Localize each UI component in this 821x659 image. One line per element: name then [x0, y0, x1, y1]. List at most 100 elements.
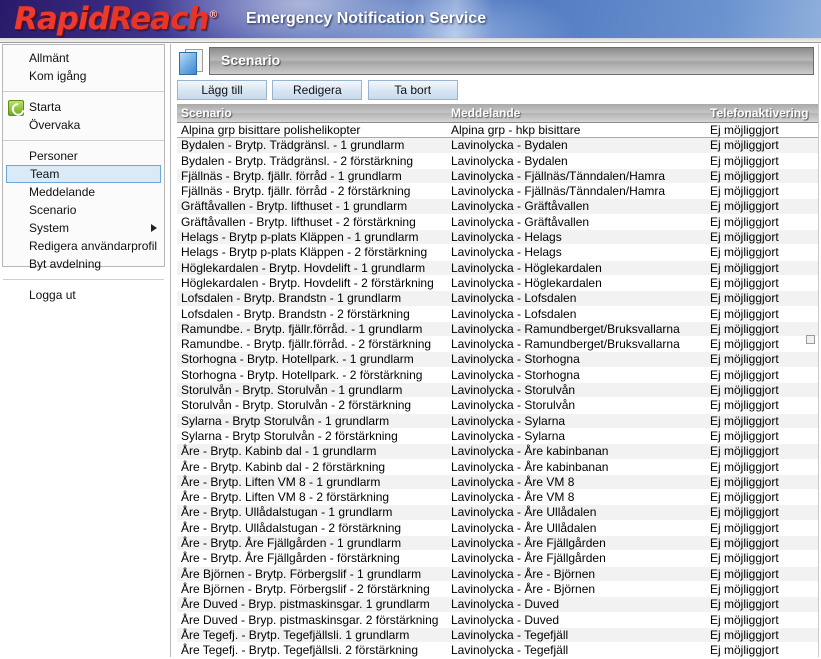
table-cell: Storulvån - Brytp. Storulvån - 1 grundla… — [177, 382, 447, 399]
table-row[interactable]: Åre - Brytp. Liften VM 8 - 2 förstärknin… — [177, 489, 818, 506]
sidebar-item-kom-igang[interactable]: Kom igång — [3, 67, 164, 85]
table-row[interactable]: Åre Tegefj. - Brytp. Tegefjällsli. 2 för… — [177, 642, 818, 657]
table-row[interactable]: Sylarna - Brytp Storulvån - 2 förstärkni… — [177, 428, 818, 445]
table-row[interactable]: Ramundbe. - Brytp. fjällr.förråd. - 1 gr… — [177, 321, 818, 338]
sidebar-item-team[interactable]: Team — [6, 165, 161, 183]
scenario-table-container: Scenario Meddelande Telefonaktivering Al… — [177, 104, 818, 657]
table-cell: Lavinolycka - Duved — [447, 596, 706, 613]
table-row[interactable]: Åre - Brytp. Ullådalstugan - 1 grundlarm… — [177, 504, 818, 521]
table-cell: Ej möjliggjort — [706, 244, 818, 261]
table-row[interactable]: Bydalen - Brytp. Trädgränsl. - 2 förstär… — [177, 153, 818, 169]
sidebar-item-scenario[interactable]: Scenario — [3, 201, 164, 219]
sidebar-item-byt-avdelning[interactable]: Byt avdelning — [3, 255, 164, 273]
table-cell: Lavinolycka - Ramundberget/Bruksvallarna — [447, 321, 706, 338]
logo-trademark: ® — [208, 9, 219, 21]
table-cell: Lavinolycka - Ramundberget/Bruksvallarna — [447, 336, 706, 353]
table-row[interactable]: Gräftåvallen - Brytp. lifthuset - 2 förs… — [177, 214, 818, 231]
table-cell: Åre - Brytp. Kabinb dal - 1 grundlarm — [177, 443, 447, 460]
table-row[interactable]: Åre Björnen - Brytp. Förbergslif - 2 för… — [177, 581, 818, 598]
table-cell: Bydalen - Brytp. Trädgränsl. - 2 förstär… — [177, 153, 447, 169]
add-button[interactable]: Lägg till — [177, 80, 267, 100]
table-row[interactable]: Åre Björnen - Brytp. Förbergslif - 1 gru… — [177, 566, 818, 582]
sidebar-item-personer[interactable]: Personer — [3, 147, 164, 165]
table-row[interactable]: Fjällnäs - Brytp. fjällr. förråd - 1 gru… — [177, 168, 818, 185]
table-cell: Ej möjliggjort — [706, 351, 818, 368]
table-cell: Ej möjliggjort — [706, 290, 818, 307]
table-cell: Åre - Brytp. Kabinb dal - 2 förstärkning — [177, 459, 447, 475]
column-header-telefonaktivering[interactable]: Telefonaktivering — [706, 104, 818, 123]
table-row[interactable]: Åre - Brytp. Åre Fjällgården - 1 grundla… — [177, 535, 818, 552]
table-cell: Bydalen - Brytp. Trädgränsl. - 1 grundla… — [177, 137, 447, 154]
table-cell: Ej möjliggjort — [706, 627, 818, 644]
table-cell: Lavinolycka - Bydalen — [447, 153, 706, 169]
table-cell: Ej möjliggjort — [706, 566, 818, 582]
table-row[interactable]: Åre Duved - Bryp. pistmaskinsgar. 2 förs… — [177, 612, 818, 628]
sidebar-item-starta[interactable]: Starta — [3, 98, 164, 116]
table-row[interactable]: Åre - Brytp. Åre Fjällgården - förstärkn… — [177, 550, 818, 567]
resize-handle[interactable] — [806, 335, 815, 344]
sidebar-item-redigera-anvandarprofil[interactable]: Redigera användarprofil — [3, 237, 164, 255]
table-cell: Lavinolycka - Sylarna — [447, 413, 706, 429]
sidebar-item-label: Byt avdelning — [29, 257, 102, 271]
table-cell: Helags - Brytp p-plats Kläppen - 2 först… — [177, 244, 447, 261]
sidebar-item-overvaka[interactable]: Övervaka — [3, 116, 164, 134]
table-cell: Ramundbe. - Brytp. fjällr.förråd. - 2 fö… — [177, 336, 447, 353]
table-cell: Åre - Brytp. Liften VM 8 - 2 förstärknin… — [177, 489, 447, 506]
table-row[interactable]: Storhogna - Brytp. Hotellpark. - 1 grund… — [177, 351, 818, 368]
rapidreach-logo: RapidReach® — [14, 1, 219, 37]
table-cell: Ej möjliggjort — [706, 183, 818, 200]
banner-title: Emergency Notification Service — [246, 10, 487, 27]
column-header-meddelande[interactable]: Meddelande — [447, 104, 706, 123]
table-row[interactable]: Höglekardalen - Brytp. Hovdelift - 1 gru… — [177, 260, 818, 276]
table-row[interactable]: Lofsdalen - Brytp. Brandstn - 2 förstärk… — [177, 306, 818, 322]
table-cell: Lavinolycka - Storulvån — [447, 382, 706, 399]
sidebar-item-label: Allmänt — [29, 51, 70, 65]
logo-text-reach: Reach — [108, 1, 210, 37]
table-cell: Lofsdalen - Brytp. Brandstn - 2 förstärk… — [177, 306, 447, 322]
edit-button[interactable]: Redigera — [272, 80, 363, 100]
table-row[interactable]: Alpina grp bisittare polishelikopter Alpi… — [177, 121, 818, 139]
table-cell: Lavinolycka - Åre Fjällgården — [447, 535, 706, 552]
table-row[interactable]: Storhogna - Brytp. Hotellpark. - 2 först… — [177, 367, 818, 384]
table-cell: Lavinolycka - Storulvån — [447, 397, 706, 414]
sidebar-divider-1 — [3, 91, 164, 92]
table-cell: Ej möjliggjort — [706, 214, 818, 231]
table-row[interactable]: Åre - Brytp. Kabinb dal - 2 förstärkning… — [177, 459, 818, 475]
sidebar-item-label: Redigera användarprofil — [29, 239, 158, 253]
table-row[interactable]: Ramundbe. - Brytp. fjällr.förråd. - 2 fö… — [177, 336, 818, 353]
table-row[interactable]: Åre Tegefj. - Brytp. Tegefjällsli. 1 gru… — [177, 627, 818, 644]
delete-button[interactable]: Ta bort — [367, 80, 458, 100]
table-cell: Lavinolycka - Fjällnäs/Tänndalen/Hamra — [447, 183, 706, 200]
column-header-scenario[interactable]: Scenario — [177, 104, 447, 123]
table-cell: Lavinolycka - Duved — [447, 612, 706, 628]
table-row[interactable]: Bydalen - Brytp. Trädgränsl. - 1 grundla… — [177, 137, 818, 154]
table-row[interactable]: Höglekardalen - Brytp. Hovdelift - 2 för… — [177, 275, 818, 292]
table-row[interactable]: Sylarna - Brytp Storulvån - 1 grundlarm L… — [177, 413, 818, 429]
table-row[interactable]: Fjällnäs - Brytp. fjällr. förråd - 2 för… — [177, 183, 818, 200]
sidebar-item-system[interactable]: System — [3, 219, 164, 237]
table-row[interactable]: Gräftåvallen - Brytp. lifthuset - 1 grun… — [177, 198, 818, 215]
sidebar-group-operations: Starta Övervaka — [3, 94, 164, 138]
table-row[interactable]: Storulvån - Brytp. Storulvån - 1 grundla… — [177, 382, 818, 399]
sidebar-item-logga-ut[interactable]: Logga ut — [3, 286, 164, 304]
table-row[interactable]: Åre Duved - Bryp. pistmaskinsgar. 1 grun… — [177, 596, 818, 613]
chevron-right-icon — [151, 224, 157, 232]
table-cell: Ej möjliggjort — [706, 382, 818, 399]
table-row[interactable]: Åre - Brytp. Kabinb dal - 1 grundlarm Lav… — [177, 443, 818, 460]
table-cell: Lofsdalen - Brytp. Brandstn - 1 grundlar… — [177, 290, 447, 307]
table-cell: Lavinolycka - Åre VM 8 — [447, 489, 706, 506]
table-row[interactable]: Åre - Brytp. Liften VM 8 - 1 grundlarm La… — [177, 474, 818, 491]
table-row[interactable]: Åre - Brytp. Ullådalstugan - 2 förstärkn… — [177, 520, 818, 537]
table-row[interactable]: Helags - Brytp p-plats Kläppen - 2 först… — [177, 244, 818, 261]
sidebar-item-meddelande[interactable]: Meddelande — [3, 183, 164, 201]
table-cell: Höglekardalen - Brytp. Hovdelift - 1 gru… — [177, 260, 447, 276]
table-cell: Lavinolycka - Lofsdalen — [447, 306, 706, 322]
table-cell: Lavinolycka - Åre kabinbanan — [447, 443, 706, 460]
table-row[interactable]: Storulvån - Brytp. Storulvån - 2 förstär… — [177, 397, 818, 414]
scenario-table: Scenario Meddelande Telefonaktivering Al… — [177, 104, 818, 657]
table-row[interactable]: Helags - Brytp p-plats Kläppen - 1 grund… — [177, 229, 818, 246]
sidebar-item-label: Personer — [29, 149, 78, 163]
table-cell: Ej möjliggjort — [706, 489, 818, 506]
sidebar-item-allmant[interactable]: Allmänt — [3, 49, 164, 67]
table-row[interactable]: Lofsdalen - Brytp. Brandstn - 1 grundlar… — [177, 290, 818, 307]
